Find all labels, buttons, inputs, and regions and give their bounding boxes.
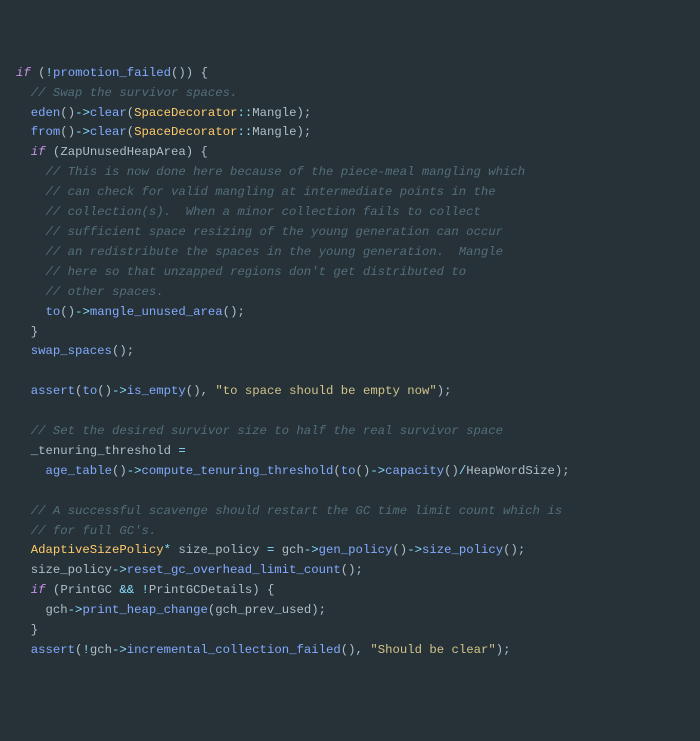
op-not: ! <box>46 66 53 80</box>
comment: // Swap the survivor spaces. <box>31 86 238 100</box>
id-size-policy: size_policy <box>178 543 259 557</box>
brace-open: { <box>201 66 208 80</box>
id-printgcdetails: PrintGCDetails <box>149 583 252 597</box>
id-heapwordsize: HeapWordSize <box>466 464 555 478</box>
paren-open: ( <box>38 66 45 80</box>
fn-swap-spaces: swap_spaces <box>31 344 112 358</box>
fn-from: from <box>31 125 61 139</box>
keyword-if: if <box>31 145 46 159</box>
fn-compute-tenuring: compute_tenuring_threshold <box>142 464 334 478</box>
fn-incremental: incremental_collection_failed <box>127 643 341 657</box>
fn-promotion-failed: promotion_failed <box>53 66 171 80</box>
comment: // Set the desired survivor size to half… <box>31 424 503 438</box>
comment: // This is now done here because of the … <box>46 165 526 179</box>
comment: // here so that unzapped regions don't g… <box>46 265 467 279</box>
fn-age-table: age_table <box>46 464 112 478</box>
fn-reset-gc: reset_gc_overhead_limit_count <box>127 563 341 577</box>
comment: // sufficient space resizing of the youn… <box>46 225 504 239</box>
class-spacedecorator: SpaceDecorator <box>134 106 237 120</box>
code-editor[interactable]: if (!promotion_failed()) { // Swap the s… <box>16 64 696 661</box>
fn-gen-policy: gen_policy <box>319 543 393 557</box>
id-printgc: PrintGC <box>60 583 112 597</box>
comment: // an redistribute the spaces in the you… <box>46 245 504 259</box>
brace-close: } <box>31 325 38 339</box>
comment: // for full GC's. <box>31 524 156 538</box>
fn-clear: clear <box>90 106 127 120</box>
id-gch-prev-used: gch_prev_used <box>215 603 311 617</box>
op-eq: = <box>171 444 193 458</box>
op-not: ! <box>142 583 149 597</box>
op-star: * <box>164 543 171 557</box>
fn-to: to <box>46 305 61 319</box>
fn-size-policy: size_policy <box>422 543 503 557</box>
keyword-if: if <box>16 66 31 80</box>
comment: // A successful scavenge should restart … <box>31 504 562 518</box>
class-adaptivesizepolicy: AdaptiveSizePolicy <box>31 543 164 557</box>
keyword-if: if <box>31 583 46 597</box>
id-tenuring-threshold: _tenuring_threshold <box>31 444 171 458</box>
id-zap: ZapUnusedHeapArea <box>60 145 185 159</box>
comment: // can check for valid mangling at inter… <box>46 185 496 199</box>
op-arrow: -> <box>75 106 90 120</box>
op-scope: :: <box>237 106 252 120</box>
id-gch: gch <box>282 543 304 557</box>
fn-is-empty: is_empty <box>127 384 186 398</box>
fn-print-heap-change: print_heap_change <box>82 603 207 617</box>
fn-assert: assert <box>31 384 75 398</box>
paren-close: ) <box>186 66 193 80</box>
op-and: && <box>119 583 134 597</box>
fn-eden: eden <box>31 106 61 120</box>
id-mangle: Mangle <box>252 106 296 120</box>
comment: // collection(s). When a minor collectio… <box>46 205 481 219</box>
fn-mangle-unused-area: mangle_unused_area <box>90 305 223 319</box>
brace-close: } <box>31 623 38 637</box>
string-literal: "Should be clear" <box>370 643 495 657</box>
string-literal: "to space should be empty now" <box>215 384 436 398</box>
comment: // other spaces. <box>46 285 164 299</box>
paren-close: ) <box>178 66 185 80</box>
fn-capacity: capacity <box>385 464 444 478</box>
